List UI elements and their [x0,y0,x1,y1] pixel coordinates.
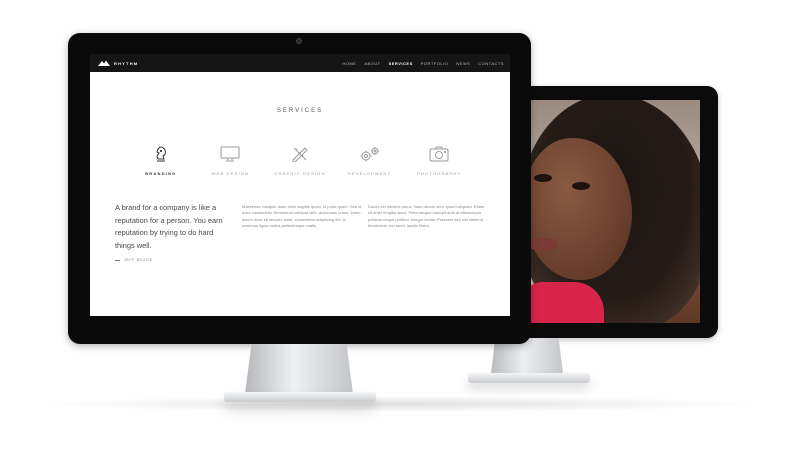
service-branding[interactable]: BRANDING [126,146,196,176]
service-web-design[interactable]: WEB DESIGN [196,146,266,176]
back-monitor [498,86,718,338]
monitor-icon [220,146,240,162]
brand-quote: A brand for a company is like a reputati… [115,203,223,250]
nav-services[interactable]: SERVICES [389,61,413,66]
author-name: JEFF BEZOS [124,258,153,262]
quote-author: JEFF BEZOS [115,258,153,262]
front-monitor-stand [245,344,353,394]
nav-about[interactable]: ABOUT [364,61,380,66]
service-label: GRAPHIC DESIGN [274,171,326,176]
nav-menu: HOME ABOUT SERVICES PORTFOLIO NEWS CONTA… [342,61,504,66]
gears-icon [360,147,379,162]
services-row: BRANDING WEB DESIGN GRAPHIC DESIGN DEVEL… [126,146,474,176]
knight-icon [156,146,166,162]
portrait-photo [530,100,700,323]
logo-text: RHYTHM [114,60,139,66]
site-logo[interactable]: RHYTHM [98,60,138,66]
services-paragraph-1: Maecenas volutpat, diam enim sagittis qu… [242,204,362,228]
front-monitor: RHYTHM HOME ABOUT SERVICES PORTFOLIO NEW… [68,33,531,344]
service-label: PHOTOGRAPHY [417,171,462,176]
service-graphic-design[interactable]: GRAPHIC DESIGN [265,146,335,176]
service-label: BRANDING [145,171,177,176]
nav-news[interactable]: NEWS [456,61,470,66]
top-navigation: RHYTHM HOME ABOUT SERVICES PORTFOLIO NEW… [90,54,510,72]
service-label: WEB DESIGN [211,171,250,176]
nav-portfolio[interactable]: PORTFOLIO [421,61,449,66]
camera-icon [429,146,449,162]
service-label: DEVELOPMENT [347,171,392,176]
floor-shadow [40,396,760,412]
pencil-ruler-icon [292,147,308,162]
service-photography[interactable]: PHOTOGRAPHY [404,146,474,176]
mountain-logo-icon [98,60,110,66]
nav-home[interactable]: HOME [342,61,356,66]
services-paragraph-2: Donec vel ultricies purus. Nam dictum se… [368,204,485,228]
author-dash [115,259,120,261]
section-title: SERVICES [276,108,324,114]
back-monitor-base [468,373,590,383]
nav-contacts[interactable]: CONTACTS [478,61,504,66]
service-development[interactable]: DEVELOPMENT [335,146,405,176]
camera-icon [296,38,302,44]
website-screen: RHYTHM HOME ABOUT SERVICES PORTFOLIO NEW… [90,54,510,316]
front-monitor-base [224,392,376,402]
